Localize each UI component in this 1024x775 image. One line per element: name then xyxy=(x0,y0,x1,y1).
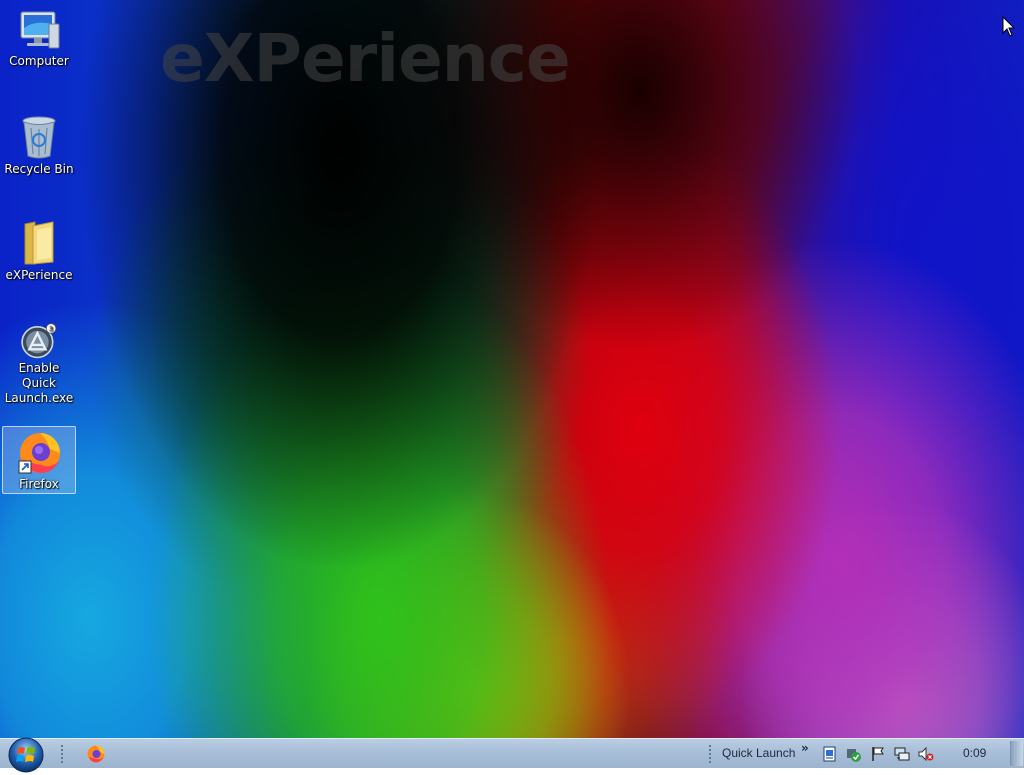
taskbar: Quick Launch » 0:09 xyxy=(0,737,1024,773)
svg-text:3: 3 xyxy=(49,325,53,333)
taskbar-grip[interactable] xyxy=(60,744,64,764)
quick-launch-toolbar-label[interactable]: Quick Launch xyxy=(722,746,795,760)
start-button[interactable] xyxy=(6,735,46,775)
desktop-icon-recycle-bin[interactable]: Recycle Bin xyxy=(2,110,76,180)
security-shield-icon[interactable] xyxy=(846,746,862,762)
flag-icon[interactable] xyxy=(870,746,886,762)
volume-muted-icon[interactable] xyxy=(918,746,934,762)
quick-launch-grip[interactable] xyxy=(708,744,712,764)
desktop-icon-label: Computer xyxy=(9,54,69,68)
desktop-icon-label: eXPerience xyxy=(5,268,73,282)
desktop-icon-firefox[interactable]: Firefox xyxy=(2,426,76,494)
desktop-icon-label: Firefox xyxy=(19,477,59,491)
show-desktop-button[interactable] xyxy=(1010,741,1023,766)
system-clock[interactable]: 0:09 xyxy=(963,746,986,760)
mouse-cursor-icon xyxy=(1002,16,1016,37)
desktop-icon-enable-quick-launch[interactable]: 3 Enable Quick Launch.exe xyxy=(2,318,76,406)
desktop-icon-label: Recycle Bin xyxy=(4,162,74,176)
folder-icon xyxy=(24,221,54,265)
taskbar-firefox-button[interactable] xyxy=(86,744,106,764)
document-icon[interactable] xyxy=(822,746,838,762)
recycle-bin-icon xyxy=(22,116,56,159)
desktop-icon-experience-folder[interactable]: eXPerience xyxy=(2,214,76,284)
desktop-icon-label: Enable Quick Launch.exe xyxy=(4,361,74,405)
desktop-icon-computer[interactable]: Computer xyxy=(2,6,76,76)
desktop-background[interactable]: eXPerience Computer Recycle Bin eXPerien xyxy=(0,0,1024,738)
app-launcher-icon: 3 xyxy=(21,323,57,359)
wallpaper-watermark: eXPerience xyxy=(160,20,571,97)
quick-launch-chevron-icon[interactable]: » xyxy=(801,741,809,755)
firefox-icon xyxy=(18,433,60,474)
network-icon[interactable] xyxy=(894,746,910,762)
computer-icon xyxy=(20,11,60,49)
